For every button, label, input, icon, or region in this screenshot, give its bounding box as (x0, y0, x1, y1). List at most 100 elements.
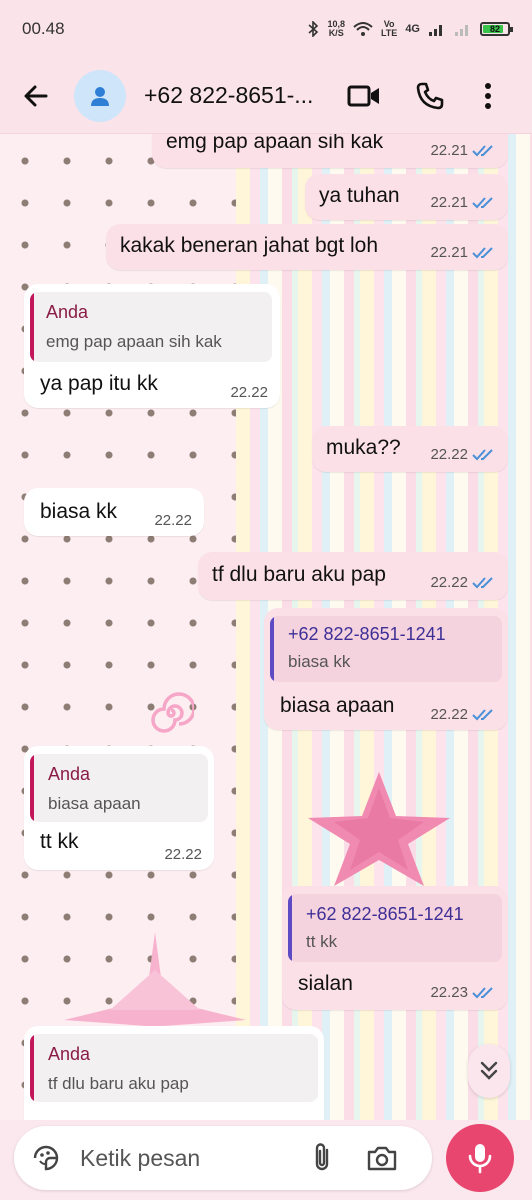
message-text: ya pap itu kk (40, 372, 158, 395)
read-receipt-icon (472, 246, 493, 258)
quote-bar (270, 616, 274, 682)
quote-sender: Anda (46, 302, 89, 322)
quote-bar (30, 754, 34, 822)
message-meta: 22.22 (154, 512, 192, 529)
message-time: 22.21 (430, 194, 468, 211)
message-bubble[interactable]: Anda tf dlu baru aku pap (24, 1026, 324, 1120)
mic-icon (468, 1144, 492, 1174)
message-meta: 22.22 (230, 384, 268, 401)
message-bubble[interactable]: Anda biasa apaan tt kk 22.22 (24, 746, 214, 870)
message-bubble[interactable]: +62 822-8651-1241 biasa kk biasa apaan 2… (264, 608, 508, 730)
network-type: 4G (405, 23, 420, 35)
message-time: 22.22 (430, 706, 468, 723)
message-bubble[interactable]: ya tuhan 22.21 (305, 174, 508, 220)
message-text: biasa apaan (280, 694, 395, 717)
net-speed: 10,8 K/S (327, 19, 345, 38)
quote-text: tt kk (306, 932, 338, 951)
message-time: 22.23 (430, 984, 468, 1001)
message-meta: 22.22 (430, 574, 496, 591)
quoted-message[interactable]: +62 822-8651-1241 tt kk (288, 894, 502, 962)
contact-avatar[interactable] (74, 69, 126, 122)
message-meta: 22.22 (430, 706, 496, 723)
message-bubble[interactable]: +62 822-8651-1241 tt kk sialan 22.23 (282, 886, 508, 1010)
message-time: 22.21 (430, 244, 468, 261)
read-receipt-icon (472, 576, 493, 588)
quote-text: emg pap apaan sih kak (46, 332, 222, 351)
message-time: 22.22 (164, 846, 202, 863)
scroll-to-bottom-button[interactable] (468, 1044, 510, 1098)
message-text: tf dlu baru aku pap (212, 563, 386, 586)
message-meta: 22.22 (164, 846, 202, 863)
quote-bar (30, 1034, 34, 1102)
back-button[interactable] (16, 76, 56, 116)
back-arrow-icon (24, 85, 48, 106)
bluetooth-icon (308, 21, 319, 37)
glitter-star-decoration (308, 772, 450, 886)
message-bubble[interactable]: biasa kk 22.22 (24, 488, 204, 536)
status-bar: 00.48 10,8 K/S Vo LTE 4G 82 (0, 0, 532, 58)
voice-call-button[interactable] (410, 76, 450, 116)
message-text: sialan (298, 972, 353, 995)
quote-text: biasa apaan (48, 794, 141, 813)
read-receipt-icon (472, 196, 493, 208)
message-bubble[interactable]: kakak beneran jahat bgt loh 22.21 (106, 224, 508, 270)
message-time: 22.22 (154, 512, 192, 529)
message-meta: 22.21 (430, 194, 496, 211)
message-meta: 22.21 (430, 142, 496, 159)
chat-area[interactable]: emg pap apaan sih kak 22.21 ya tuhan 22.… (0, 134, 532, 1120)
quoted-message[interactable]: Anda tf dlu baru aku pap (30, 1034, 318, 1102)
phone-icon (416, 82, 444, 109)
read-receipt-icon (472, 448, 493, 460)
quote-text: tf dlu baru aku pap (48, 1074, 189, 1093)
quoted-message[interactable]: Anda biasa apaan (30, 754, 208, 822)
signal-icon (429, 25, 442, 36)
attach-icon (315, 1143, 329, 1171)
swirl-decoration (151, 692, 194, 733)
more-vert-icon (485, 82, 491, 109)
quote-text: biasa kk (288, 652, 351, 671)
quote-sender: +62 822-8651-1241 (288, 624, 446, 644)
camera-icon (367, 1146, 397, 1171)
quote-bar (288, 894, 292, 962)
message-time: 22.22 (230, 384, 268, 401)
message-text: ya tuhan (319, 184, 400, 207)
quoted-message[interactable]: Anda emg pap apaan sih kak (30, 292, 272, 362)
message-meta: 22.22 (430, 446, 496, 463)
video-call-icon (347, 85, 379, 106)
quoted-message[interactable]: +62 822-8651-1241 biasa kk (270, 616, 502, 682)
video-call-button[interactable] (344, 76, 384, 116)
voice-record-button[interactable] (446, 1124, 514, 1192)
message-time: 22.21 (430, 142, 468, 159)
status-time: 00.48 (22, 19, 65, 38)
attach-button[interactable] (304, 1140, 340, 1176)
more-options-button[interactable] (468, 76, 508, 116)
signal-2-icon (455, 25, 468, 36)
person-icon (91, 86, 109, 106)
camera-button[interactable] (364, 1140, 400, 1176)
volte-indicator: Vo LTE (380, 19, 398, 38)
message-input[interactable] (78, 1143, 292, 1173)
battery-icon: 82 (480, 22, 513, 36)
quote-sender: +62 822-8651-1241 (306, 904, 464, 924)
sticker-button[interactable] (28, 1140, 64, 1176)
quote-sender: Anda (48, 1044, 91, 1064)
chat-header: +62 822-8651-... (0, 58, 532, 134)
message-bubble[interactable]: tf dlu baru aku pap 22.22 (198, 552, 508, 600)
message-text: tt kk (40, 830, 79, 853)
contact-name[interactable]: +62 822-8651-... (144, 82, 330, 109)
message-text: emg pap apaan sih kak (166, 134, 384, 153)
message-bubble[interactable]: Anda emg pap apaan sih kak ya pap itu kk… (24, 284, 280, 408)
message-bubble[interactable]: emg pap apaan sih kak 22.21 (152, 134, 508, 168)
message-meta: 22.23 (430, 984, 496, 1001)
read-receipt-icon (472, 708, 493, 720)
quote-bar (30, 292, 34, 362)
read-receipt-icon (472, 144, 493, 156)
message-time: 22.22 (430, 574, 468, 591)
double-chevron-down-icon (480, 1061, 498, 1080)
wifi-icon (353, 22, 373, 36)
sparkle-star-decoration (64, 932, 246, 1040)
message-text: biasa kk (40, 500, 118, 523)
message-composer (14, 1126, 432, 1190)
read-receipt-icon (472, 986, 493, 998)
message-bubble[interactable]: muka?? 22.22 (312, 426, 508, 472)
